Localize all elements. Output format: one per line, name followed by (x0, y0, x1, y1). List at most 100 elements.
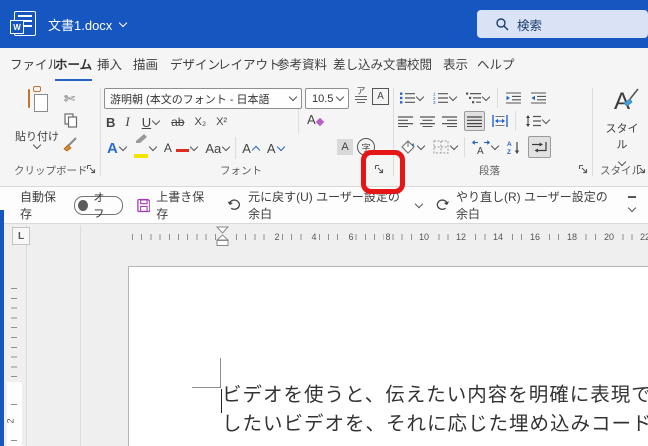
svg-text:A: A (477, 146, 484, 155)
chevron-down-icon (288, 92, 298, 102)
tab-review[interactable]: 校閲 (407, 48, 432, 79)
line-spacing-button[interactable] (523, 111, 551, 131)
format-painter-icon[interactable] (62, 136, 79, 153)
paragraph-dialog-launcher[interactable] (576, 162, 590, 176)
font-size-combo[interactable]: 10.5 (305, 88, 349, 109)
search-label: 検索 (517, 18, 543, 33)
text-highlight-button[interactable] (132, 133, 158, 158)
justify-button[interactable] (464, 111, 485, 131)
chevron-down-icon (221, 142, 231, 151)
autosave-toggle[interactable]: オフ (74, 192, 123, 220)
multilevel-list-button[interactable] (464, 88, 491, 108)
styles-dialog-launcher[interactable] (634, 162, 648, 176)
multilevel-list-icon (466, 92, 481, 104)
paragraph-group: 1 2 3 A A Z 段落 (393, 82, 592, 187)
strikethrough-button[interactable]: ab (171, 115, 184, 129)
paragraph-group-label: 段落 (479, 165, 500, 177)
chevron-down-icon (190, 142, 199, 151)
ruby-button[interactable]: ア (353, 87, 369, 103)
line-spacing-icon (526, 115, 541, 127)
tab-mailings[interactable]: 差し込み文書 (333, 48, 408, 79)
increase-indent-button[interactable] (529, 88, 548, 108)
chevron-down-icon (119, 18, 128, 27)
redo-button[interactable]: やり直し(R) ユーザー設定の余白 (435, 188, 618, 222)
font-group: 游明朝 (本文のフォント - 日本語 10.5 ア A B I U ab X₂ (100, 82, 393, 187)
undo-history-chevron[interactable] (414, 199, 423, 208)
tab-home[interactable]: ホーム (55, 48, 93, 81)
character-border-button[interactable]: A (372, 88, 389, 105)
undo-icon (227, 198, 241, 210)
clear-formatting-button[interactable]: A (307, 111, 325, 129)
show-formatting-marks-button[interactable] (528, 136, 551, 158)
borders-icon (433, 140, 449, 154)
distribute-button[interactable] (492, 115, 508, 127)
align-center-button[interactable] (420, 115, 435, 127)
document-text[interactable]: ビデオを使うと、伝えたい内容を明確に表現できます したいビデオを、それに応じた埋… (222, 381, 648, 439)
decrease-indent-button[interactable] (504, 88, 523, 108)
font-group-label: フォント (220, 165, 262, 177)
borders-button[interactable] (431, 137, 459, 157)
sort-button[interactable]: A Z (505, 137, 523, 157)
shrink-font-button[interactable]: A (265, 138, 286, 158)
styles-button[interactable]: A スタイル (604, 88, 640, 170)
font-color-button[interactable]: A (162, 138, 199, 158)
numbering-button[interactable]: 1 2 3 (431, 88, 458, 108)
clipboard-group-label: クリップボード (14, 165, 88, 177)
align-left-button[interactable] (398, 115, 413, 127)
bold-button[interactable]: B (106, 115, 115, 130)
sort-icon: A Z (507, 141, 520, 155)
font-name-combo[interactable]: 游明朝 (本文のフォント - 日本語 (104, 88, 302, 109)
redo-icon (436, 198, 450, 210)
copy-icon[interactable] (64, 113, 78, 128)
character-scaling-button[interactable]: A (470, 137, 500, 157)
paste-button[interactable] (28, 86, 48, 112)
clipboard-dialog-launcher[interactable] (84, 162, 98, 176)
tab-help[interactable]: ヘルプ (477, 48, 515, 79)
clipboard-group: 貼り付け ✄ クリップボード (0, 82, 100, 187)
tab-design[interactable]: デザイン (170, 48, 220, 79)
chevron-down-icon (148, 142, 158, 151)
underline-button[interactable]: U (140, 112, 161, 132)
text-effects-button[interactable]: A (105, 138, 128, 158)
search-box[interactable]: 検索 (477, 10, 648, 38)
styles-group: A スタイル スタイル (592, 82, 648, 187)
title-bar: W 文書1.docx 検索 (0, 0, 648, 48)
numbering-icon: 1 2 3 (433, 92, 448, 104)
chevron-down-icon (481, 92, 491, 101)
word-window: W 文書1.docx 検索 ファイル ホーム 挿入 描画 デザイン レイアウト … (0, 0, 648, 446)
save-button[interactable]: 上書き保存 (136, 188, 212, 222)
tab-references[interactable]: 参考資料 (277, 48, 327, 79)
cut-icon[interactable]: ✄ (64, 91, 75, 107)
align-right-button[interactable] (442, 115, 457, 127)
autosave-label: 自動保存 (20, 190, 57, 221)
vertical-ruler: 2 (6, 252, 22, 446)
ribbon-tab-row: ファイル ホーム 挿入 描画 デザイン レイアウト 参考資料 差し込み文書 校閲… (0, 48, 648, 82)
formatting-marks-icon (532, 141, 547, 152)
chevron-down-icon (490, 141, 500, 150)
bullets-button[interactable] (398, 88, 425, 108)
superscript-button[interactable]: X² (216, 116, 227, 128)
tab-layout[interactable]: レイアウト (218, 48, 281, 79)
change-case-button[interactable]: Aa (203, 138, 231, 158)
character-shading-button[interactable]: A (337, 139, 353, 155)
qat-overflow-button[interactable] (627, 196, 637, 213)
chevron-down-icon (448, 92, 458, 101)
chevron-down-icon (416, 141, 426, 150)
italic-button[interactable]: I (125, 114, 129, 130)
grow-font-button[interactable]: A (240, 138, 261, 158)
tab-insert[interactable]: 挿入 (97, 48, 122, 79)
indent-marker[interactable] (216, 226, 229, 247)
bullets-icon (400, 92, 415, 104)
character-scaling-icon: A (472, 139, 490, 155)
chevron-down-icon (415, 92, 425, 101)
caret-up-icon (251, 145, 261, 155)
paste-clipboard-icon (28, 86, 48, 112)
tab-view[interactable]: 表示 (443, 48, 468, 79)
tab-file[interactable]: ファイル (10, 48, 60, 79)
document-line: ビデオを使うと、伝えたい内容を明確に表現できます (222, 385, 648, 406)
document-title[interactable]: 文書1.docx (48, 0, 128, 48)
tab-draw[interactable]: 描画 (133, 48, 158, 79)
margin-corner-mark (192, 387, 221, 388)
subscript-button[interactable]: X₂ (194, 116, 206, 128)
ribbon: 貼り付け ✄ クリップボード 游明朝 (本文のフォント - 日本語 10.5 ア… (0, 82, 648, 187)
